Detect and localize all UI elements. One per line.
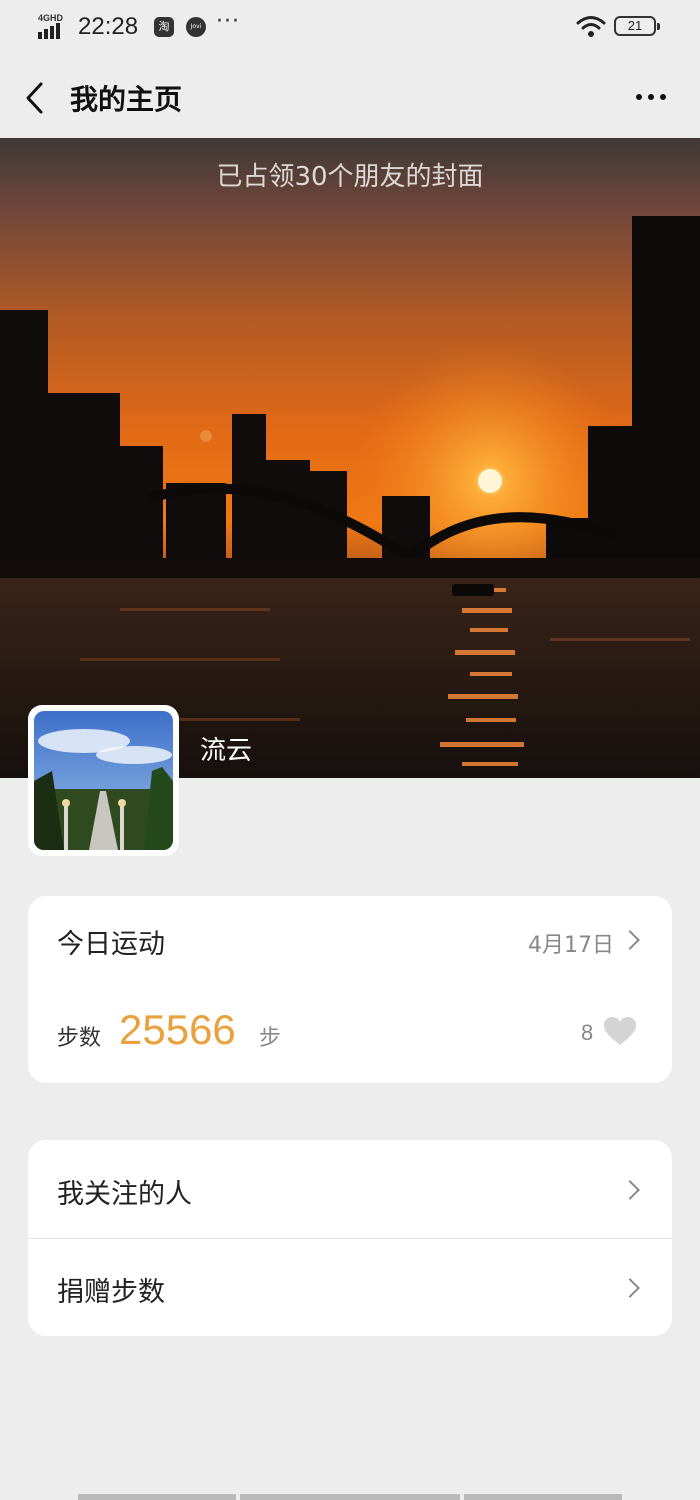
sport-date: 4月17日 xyxy=(528,933,614,958)
username: 流云 xyxy=(200,736,253,766)
more-options-button[interactable] xyxy=(630,80,672,114)
battery-icon: 21 xyxy=(614,16,660,36)
chevron-right-icon xyxy=(620,1278,640,1298)
menu-card: 我关注的人 捐赠步数 xyxy=(28,1140,672,1336)
network-type: 4GHD xyxy=(38,13,64,23)
cover-caption: 已占领30个朋友的封面 xyxy=(216,162,484,192)
today-sport-card[interactable]: 今日运动 4月17日 步数 25566 步 8 xyxy=(28,896,672,1083)
menu-item-following[interactable]: 我关注的人 xyxy=(28,1140,672,1238)
jovi-app-icon: Jovi xyxy=(186,17,206,37)
menu-item-label: 捐赠步数 xyxy=(57,1277,165,1308)
likes-count: 8 xyxy=(581,1020,594,1045)
back-arrow-icon xyxy=(26,82,43,114)
sport-title: 今日运动 xyxy=(57,929,165,960)
gesture-handle xyxy=(240,1494,460,1500)
gesture-handle xyxy=(464,1494,622,1500)
chevron-right-icon xyxy=(620,930,640,950)
steps-unit: 步 xyxy=(259,1026,282,1051)
status-more-icon: ··· xyxy=(216,9,240,34)
chevron-right-icon xyxy=(620,1180,640,1200)
sunset-river-photo xyxy=(0,216,700,778)
steps-value: 25566 xyxy=(119,1006,236,1053)
avatar[interactable] xyxy=(28,705,179,856)
taobao-app-icon: 淘 xyxy=(154,17,174,37)
page-title: 我的主页 xyxy=(70,83,183,116)
menu-item-label: 我关注的人 xyxy=(57,1179,192,1210)
status-time: 22:28 xyxy=(78,13,139,40)
wifi-icon xyxy=(576,16,606,37)
steps-label: 步数 xyxy=(57,1026,102,1051)
cover-image[interactable]: 已占领30个朋友的封面 xyxy=(0,138,700,778)
nav-bar: 我的主页 xyxy=(0,56,700,138)
signal-icon: 4GHD xyxy=(38,13,72,39)
avatar-image xyxy=(34,711,173,850)
status-bar: 4GHD 22:28 淘 Jovi ··· 21 xyxy=(0,0,700,56)
heart-icon[interactable] xyxy=(603,1016,637,1046)
gesture-handle xyxy=(78,1494,236,1500)
menu-item-donate-steps[interactable]: 捐赠步数 xyxy=(28,1238,672,1336)
back-button[interactable] xyxy=(18,78,54,118)
